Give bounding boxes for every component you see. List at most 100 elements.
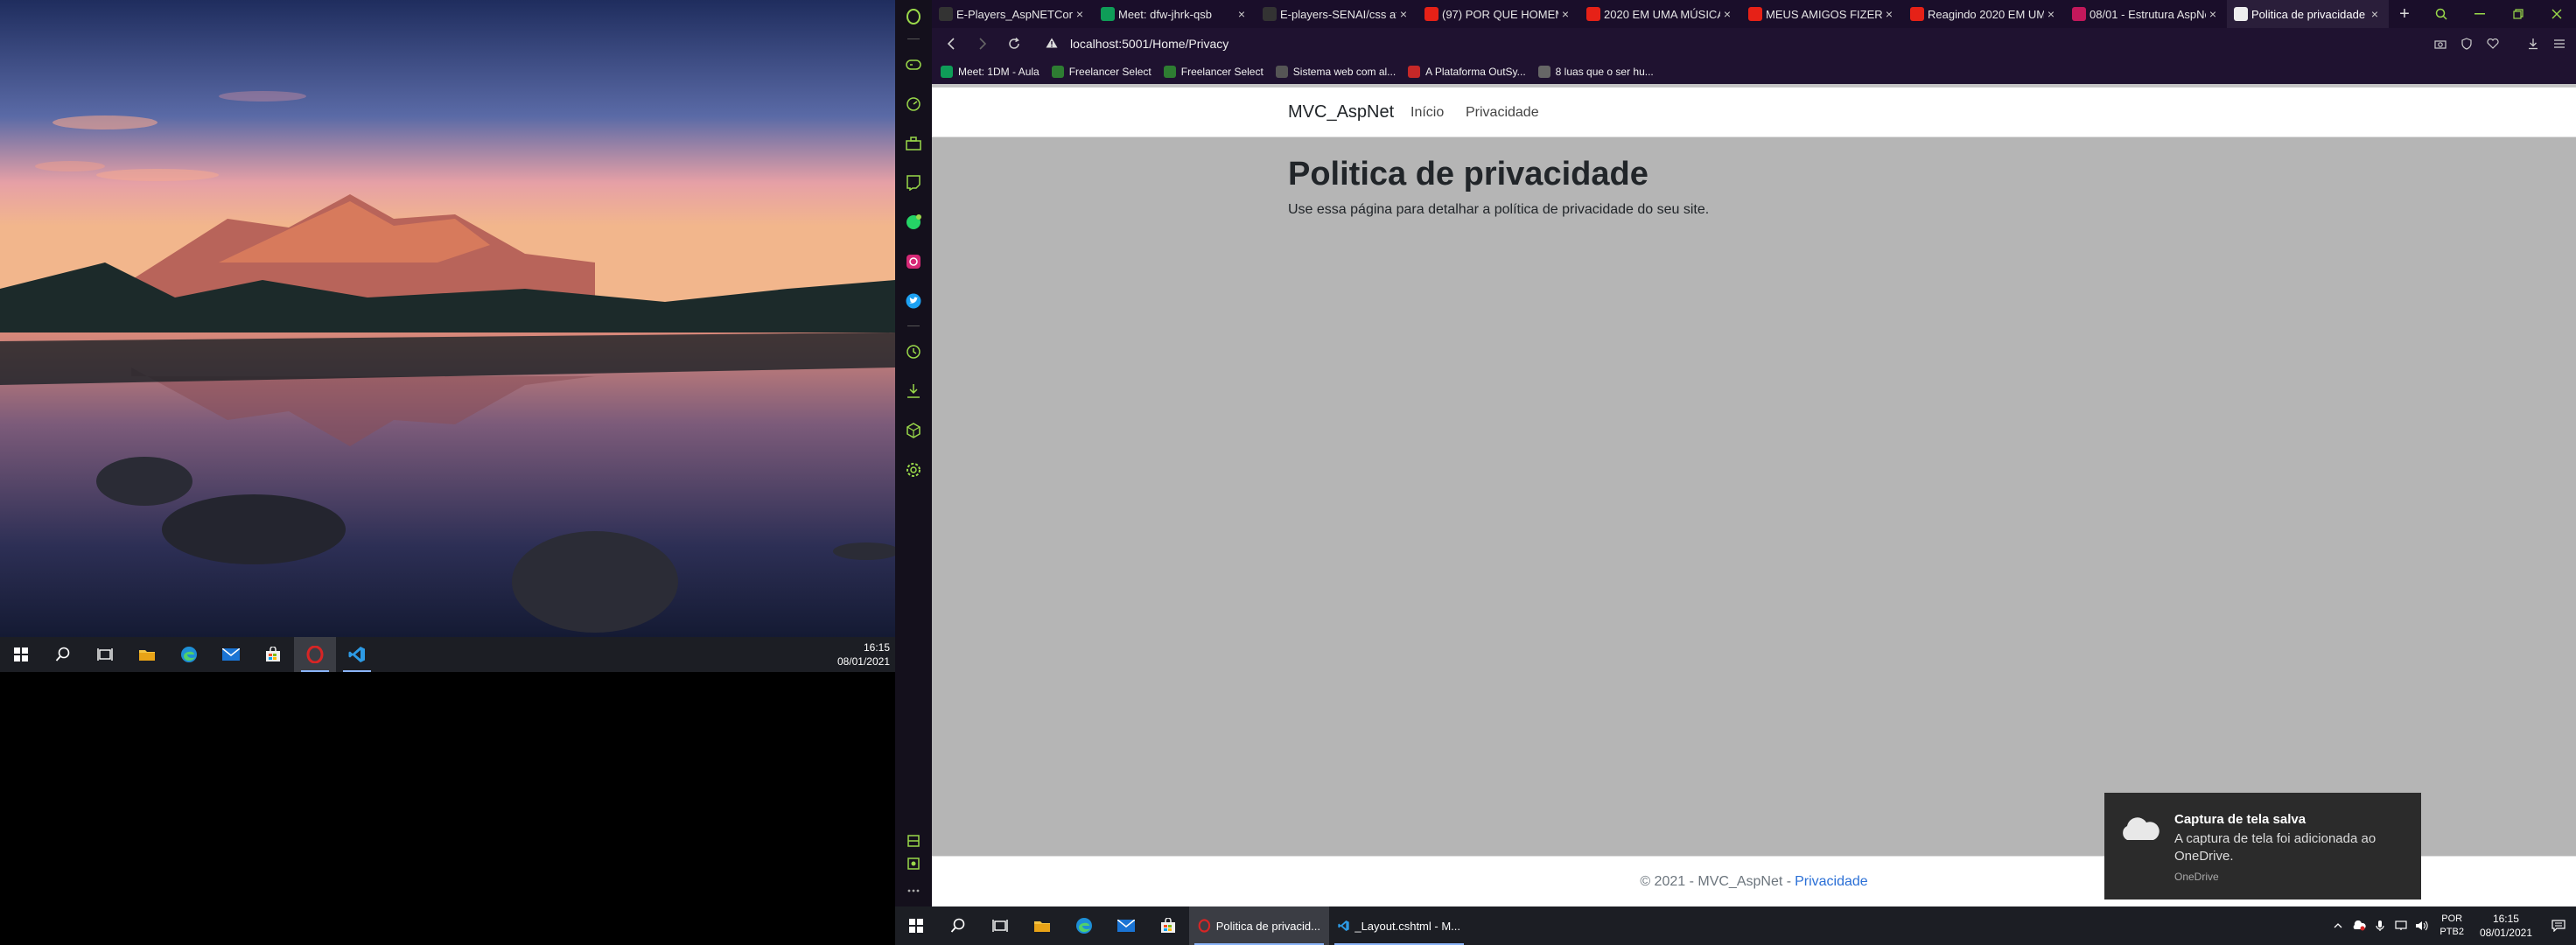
workspace-icon[interactable] xyxy=(895,123,932,163)
onedrive-tray-icon[interactable] xyxy=(2348,906,2370,945)
left-monitor: 16:15 08/01/2021 xyxy=(0,0,895,945)
instagram-icon[interactable] xyxy=(895,242,932,281)
taskbar-app-opera[interactable]: Politica de privacid... xyxy=(1189,906,1329,945)
bookmark-item[interactable]: Meet: 1DM - Aula xyxy=(941,66,1040,78)
meet-icon xyxy=(1101,7,1115,21)
web-page: MVC_AspNet Início Privacidade Politica d… xyxy=(932,88,2576,906)
nav-link-privacy[interactable]: Privacidade xyxy=(1466,105,1539,121)
browser-tab[interactable]: 08/01 - Estrutura AspNe × xyxy=(2065,0,2227,28)
browser-tab[interactable]: E-players-SENAI/css at m× xyxy=(1256,0,1418,28)
browser-tab[interactable]: (97) POR QUE HOMEM × xyxy=(1418,0,1579,28)
desktop-wallpaper xyxy=(0,0,895,637)
sidebar-panel-icon[interactable] xyxy=(895,830,932,852)
footer-privacy-link[interactable]: Privacidade xyxy=(1795,874,1868,890)
left-taskbar-date: 08/01/2021 xyxy=(836,655,890,668)
file-explorer-icon[interactable] xyxy=(126,637,168,672)
back-icon[interactable] xyxy=(935,28,967,60)
onedrive-cloud-icon xyxy=(2118,816,2160,842)
left-taskbar-clock[interactable]: 16:15 08/01/2021 xyxy=(837,640,890,668)
bookmark-item[interactable]: Freelancer Select xyxy=(1051,66,1152,78)
site-brand[interactable]: MVC_AspNet xyxy=(1288,102,1394,122)
mail-icon[interactable] xyxy=(210,637,252,672)
close-tab-icon[interactable]: × xyxy=(2368,7,2382,21)
twitch-icon[interactable] xyxy=(895,163,932,202)
close-tab-icon[interactable]: × xyxy=(1558,7,1572,21)
close-tab-icon[interactable]: × xyxy=(1882,7,1896,21)
reload-icon[interactable] xyxy=(998,28,1030,60)
vscode-icon[interactable] xyxy=(336,637,378,672)
store-icon[interactable] xyxy=(1147,906,1189,945)
easy-setup-icon[interactable] xyxy=(2546,28,2572,60)
new-tab-button[interactable]: + xyxy=(2389,0,2420,28)
taskbar-app-vscode[interactable]: _Layout.cshtml - M... xyxy=(1329,906,1469,945)
store-icon[interactable] xyxy=(252,637,294,672)
tab-label: Politica de privacidade xyxy=(2251,7,2366,21)
close-tab-icon[interactable]: × xyxy=(2206,7,2220,21)
notification-center-icon[interactable] xyxy=(2541,906,2576,945)
bookmark-item[interactable]: Freelancer Select xyxy=(1163,66,1264,78)
window-controls xyxy=(2422,0,2576,28)
close-tab-icon[interactable]: × xyxy=(1235,7,1249,21)
heart-icon[interactable] xyxy=(2480,28,2506,60)
close-window-icon[interactable] xyxy=(2538,0,2576,28)
edge-icon[interactable] xyxy=(168,637,210,672)
windows-start-icon[interactable] xyxy=(895,906,937,945)
download-icon[interactable] xyxy=(2520,28,2546,60)
url-field[interactable]: localhost:5001/Home/Privacy xyxy=(1070,37,1228,51)
close-tab-icon[interactable]: × xyxy=(1396,7,1410,21)
tab-label: (97) POR QUE HOMEM xyxy=(1442,7,1558,21)
settings-icon[interactable] xyxy=(895,450,932,489)
speed-dial-icon[interactable] xyxy=(895,84,932,123)
youtube-icon xyxy=(1910,7,1924,21)
right-taskbar-clock[interactable]: 16:15 08/01/2021 xyxy=(2480,912,2532,940)
extensions-icon[interactable] xyxy=(895,410,932,450)
nav-link-home[interactable]: Início xyxy=(1410,105,1444,121)
search-icon[interactable] xyxy=(937,906,979,945)
task-view-icon[interactable] xyxy=(979,906,1021,945)
edge-icon[interactable] xyxy=(1063,906,1105,945)
bookmark-item[interactable]: A Plataforma OutSy... xyxy=(1408,66,1526,78)
opera-logo-icon[interactable] xyxy=(895,0,932,33)
windows-start-icon[interactable] xyxy=(0,637,42,672)
close-tab-icon[interactable]: × xyxy=(2044,7,2058,21)
browser-tab[interactable]: Politica de privacidade × xyxy=(2227,0,2389,28)
search-tabs-icon[interactable] xyxy=(2422,0,2460,28)
more-icon[interactable] xyxy=(895,875,932,906)
search-icon[interactable] xyxy=(42,637,84,672)
volume-icon[interactable] xyxy=(2412,906,2432,945)
notification-toast[interactable]: Captura de tela salva A captura de tela … xyxy=(2104,793,2421,900)
chevron-up-icon[interactable] xyxy=(2328,906,2348,945)
page-description: Use essa página para detalhar a política… xyxy=(1288,202,1710,217)
right-taskbar-date: 08/01/2021 xyxy=(2479,927,2532,939)
twitter-icon[interactable] xyxy=(895,281,932,320)
shield-icon[interactable] xyxy=(2454,28,2480,60)
forward-icon[interactable] xyxy=(967,28,998,60)
whatsapp-icon[interactable] xyxy=(895,202,932,242)
restore-icon[interactable] xyxy=(2499,0,2538,28)
browser-tab[interactable]: MEUS AMIGOS FIZERAM× xyxy=(1741,0,1903,28)
camera-icon[interactable] xyxy=(2427,28,2454,60)
opera-icon[interactable] xyxy=(294,637,336,672)
game-controller-icon[interactable] xyxy=(895,45,932,84)
minimize-icon[interactable] xyxy=(2460,0,2499,28)
browser-tab[interactable]: Reagindo 2020 EM UMA × xyxy=(1903,0,2065,28)
file-explorer-icon[interactable] xyxy=(1021,906,1063,945)
player-icon[interactable] xyxy=(895,852,932,875)
browser-tab[interactable]: 2020 EM UMA MÚSICA × xyxy=(1579,0,1741,28)
close-tab-icon[interactable]: × xyxy=(1720,7,1734,21)
bookmark-item[interactable]: Sistema web com al... xyxy=(1275,66,1396,78)
language-indicator[interactable]: POR PTB2 xyxy=(2440,913,2464,939)
not-secure-warning-icon[interactable] xyxy=(1039,37,1065,51)
history-icon[interactable] xyxy=(895,332,932,371)
microphone-icon[interactable] xyxy=(2370,906,2390,945)
downloads-icon[interactable] xyxy=(895,371,932,410)
close-tab-icon[interactable]: × xyxy=(1073,7,1087,21)
toast-app-name: OneDrive xyxy=(2174,871,2219,883)
bookmark-item[interactable]: 8 luas que o ser hu... xyxy=(1537,66,1654,78)
browser-tab[interactable]: E-Players_AspNETCore/× xyxy=(932,0,1094,28)
network-icon[interactable] xyxy=(2390,906,2412,945)
tab-label: 2020 EM UMA MÚSICA xyxy=(1604,7,1720,21)
mail-icon[interactable] xyxy=(1105,906,1147,945)
task-view-icon[interactable] xyxy=(84,637,126,672)
browser-tab[interactable]: Meet: dfw-jhrk-qsb × xyxy=(1094,0,1256,28)
